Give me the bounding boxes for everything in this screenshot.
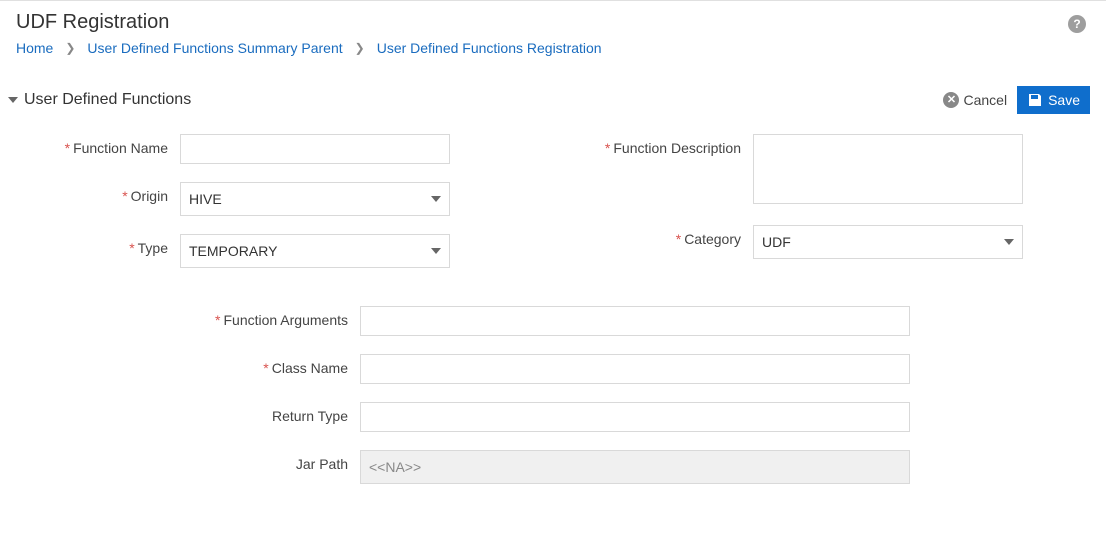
cancel-label: Cancel [963, 92, 1007, 108]
category-label: *Category [583, 225, 753, 247]
type-label: *Type [40, 234, 180, 256]
type-value: TEMPORARY [189, 243, 277, 259]
chevron-down-icon[interactable] [8, 97, 18, 103]
function-description-input[interactable] [753, 134, 1023, 204]
class-name-input[interactable] [360, 354, 910, 384]
type-select[interactable]: TEMPORARY [180, 234, 450, 268]
section-title: User Defined Functions [24, 91, 191, 109]
breadcrumb: Home ❯ User Defined Functions Summary Pa… [16, 40, 1090, 56]
save-label: Save [1048, 92, 1080, 108]
breadcrumb-summary[interactable]: User Defined Functions Summary Parent [87, 40, 342, 56]
function-description-label: *Function Description [583, 134, 753, 156]
category-value: UDF [762, 234, 791, 250]
chevron-down-icon [431, 196, 441, 202]
page-title: UDF Registration [16, 11, 1090, 34]
return-type-label: Return Type [40, 402, 360, 424]
origin-select[interactable]: HIVE [180, 182, 450, 216]
chevron-down-icon [431, 248, 441, 254]
class-name-label: *Class Name [40, 354, 360, 376]
jar-path-label: Jar Path [40, 450, 360, 472]
breadcrumb-registration[interactable]: User Defined Functions Registration [377, 40, 602, 56]
close-icon: ✕ [943, 92, 959, 108]
origin-label: *Origin [40, 182, 180, 204]
chevron-right-icon: ❯ [355, 41, 365, 55]
function-name-input[interactable] [180, 134, 450, 164]
function-name-label: *Function Name [40, 134, 180, 156]
function-arguments-input[interactable] [360, 306, 910, 336]
chevron-right-icon: ❯ [65, 41, 75, 55]
breadcrumb-home[interactable]: Home [16, 40, 53, 56]
return-type-input[interactable] [360, 402, 910, 432]
help-icon[interactable]: ? [1068, 15, 1086, 33]
save-icon [1027, 92, 1043, 108]
jar-path-value: <<NA>> [360, 450, 910, 484]
category-select[interactable]: UDF [753, 225, 1023, 259]
origin-value: HIVE [189, 191, 222, 207]
function-arguments-label: *Function Arguments [40, 306, 360, 328]
save-button[interactable]: Save [1017, 86, 1090, 114]
cancel-button[interactable]: ✕ Cancel [941, 88, 1009, 112]
chevron-down-icon [1004, 239, 1014, 245]
